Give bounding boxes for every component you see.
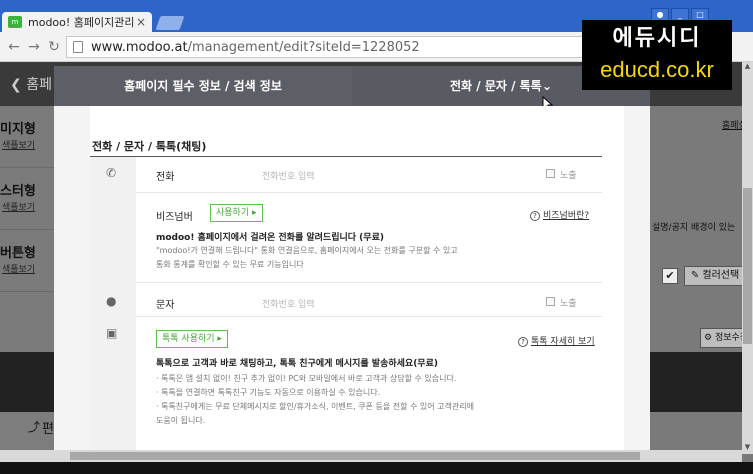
color-select-button[interactable]: ✎ 컬러선택: [684, 266, 746, 286]
template-item[interactable]: 스터형 색플보기: [0, 168, 54, 230]
sms-icon: ●: [106, 294, 117, 308]
sms-expose-label: 노출: [560, 299, 577, 309]
new-tab-button[interactable]: [155, 16, 185, 30]
talktalk-bullet: 도움이 됩니다.: [156, 416, 206, 425]
scroll-down-arrow-icon[interactable]: ▼: [742, 443, 753, 454]
divider: [136, 316, 602, 317]
section-title: 전화 / 문자 / 톡톡(채팅): [92, 140, 207, 153]
bizcall-help[interactable]: ? 비즈넘버란?: [530, 208, 589, 221]
contact-settings-modal: 홈페이지 필수 정보 / 검색 정보 전화 / 문자 / 톡톡 ⌄ 전화 / 문…: [54, 66, 650, 450]
talktalk-bullet: · 톡톡친구에게는 무료 단체메시지로 할인/휴가소식, 이벤트, 쿠폰 등을 …: [156, 402, 474, 411]
scroll-thumb[interactable]: [743, 188, 752, 344]
page-back-button[interactable]: ❮ 홈페: [10, 74, 52, 94]
bizcall-desc-line: 통화 통계를 확인할 수 있는 무료 기능입니다: [156, 260, 304, 269]
section-rule: [90, 156, 602, 157]
forward-arrow-icon[interactable]: →: [24, 39, 44, 55]
watermark: 에듀시디 educd.co.kr: [582, 20, 732, 90]
url-path: /management/edit?siteId=1228052: [187, 39, 420, 55]
talktalk-icon: ▣: [106, 326, 118, 340]
phone-expose-label: 노출: [560, 171, 577, 181]
scroll-up-arrow-icon[interactable]: ▲: [742, 62, 753, 73]
sms-input[interactable]: 전화번호 입력: [262, 297, 315, 310]
back-arrow-icon[interactable]: ←: [4, 39, 24, 55]
phone-icon: ✆: [106, 166, 117, 180]
question-icon: ?: [518, 337, 528, 347]
modal-body: 전화 / 문자 / 톡톡(채팅) ✆ 전화 전화번호 입력 노출 비즈넘버 사용…: [54, 106, 650, 450]
phone-input[interactable]: 전화번호 입력: [262, 169, 315, 182]
template-item[interactable]: 버튼형 색플보기: [0, 230, 54, 292]
template-list: 미지형 색플보기 스터형 색플보기 버튼형 색플보기: [0, 106, 54, 352]
talktalk-help[interactable]: ? 톡톡 자세히 보기: [518, 334, 595, 347]
reload-icon[interactable]: ↻: [44, 39, 64, 55]
modal-sheet: 전화 / 문자 / 톡톡(채팅) ✆ 전화 전화번호 입력 노출 비즈넘버 사용…: [90, 106, 624, 450]
phone-label: 전화: [156, 172, 175, 183]
horizontal-scrollbar[interactable]: [0, 450, 742, 462]
template-item[interactable]: 미지형 색플보기: [0, 106, 54, 168]
talktalk-help-link[interactable]: 톡톡 자세히 보기: [531, 337, 595, 347]
modoo-favicon-icon: m: [8, 16, 22, 28]
address-bar[interactable]: www.modoo.at /management/edit?siteId=122…: [66, 36, 586, 58]
tab-required-info[interactable]: 홈페이지 필수 정보 / 검색 정보: [54, 66, 352, 106]
right-dark-panel: [650, 352, 753, 412]
color-select-label: 컬러선택: [702, 270, 740, 281]
bizcall-label: 비즈넘버: [156, 212, 193, 223]
edit-label: 편: [42, 422, 54, 437]
screen: m modoo! 홈페이지관리 × ● _ □ ← → ↻ www.modoo.…: [0, 0, 753, 474]
bizcall-desc-title: modoo! 홈페이지에서 걸려온 전화를 알려드립니다 (무료): [156, 233, 384, 243]
page-back-label: 홈페: [26, 77, 52, 93]
template-title: 미지형: [0, 122, 36, 137]
watermark-url: educd.co.kr: [600, 57, 714, 82]
bizcall-desc-line: "modoo!가 연결해 드립니다" 통화 연결음으로, 홈페이지에서 오는 전…: [156, 246, 458, 255]
right-settings-panel: 홈페설 설명/공지 배경이 있는 ✔ ✎ 컬러선택 ⚙ 정보수정: [650, 106, 753, 474]
right-description: 설명/공지 배경이 있는: [652, 223, 736, 233]
bottom-strip: [0, 462, 753, 474]
template-sample-link[interactable]: 색플보기: [2, 200, 35, 213]
bizcall-help-link[interactable]: 비즈넘버란?: [543, 211, 589, 221]
question-icon: ?: [530, 211, 540, 221]
sms-expose-checkbox[interactable]: [546, 297, 555, 306]
talktalk-desc-title: 톡톡으로 고객과 바로 채팅하고, 톡톡 친구에게 메시지를 발송하세요(무료): [156, 359, 438, 369]
talktalk-use-button[interactable]: 톡톡 사용하기 ▸: [156, 330, 228, 348]
template-sample-link[interactable]: 색플보기: [2, 138, 35, 151]
page-icon: [73, 41, 83, 53]
template-sample-link[interactable]: 색플보기: [2, 262, 35, 275]
modal-tabs: 홈페이지 필수 정보 / 검색 정보 전화 / 문자 / 톡톡 ⌄: [54, 66, 650, 112]
divider: [136, 282, 602, 283]
tab-phone-label: 전화 / 문자 / 톡톡: [450, 79, 542, 93]
horizontal-scroll-thumb[interactable]: [70, 452, 640, 460]
url-host: www.modoo.at: [91, 39, 188, 55]
background-checkbox[interactable]: ✔: [662, 268, 678, 284]
talktalk-bullet: · 톡톡은 앱 설치 없이! 친구 추가 없이! PC와 모바일에서 바로 고객…: [156, 374, 457, 383]
sms-label: 문자: [156, 300, 175, 311]
talktalk-bullet: · 톡톡을 연결하면 톡톡친구 기능도 자동으로 이용하실 수 있습니다.: [156, 388, 381, 397]
template-title: 스터형: [0, 184, 36, 199]
bizcall-use-button[interactable]: 사용하기 ▸: [210, 204, 263, 222]
watermark-title: 에듀시디: [612, 26, 702, 51]
divider: [136, 192, 602, 193]
vertical-scrollbar[interactable]: ▲ ▼: [742, 62, 753, 454]
phone-expose-checkbox[interactable]: [546, 169, 555, 178]
browser-tab-title: modoo! 홈페이지관리: [28, 16, 135, 29]
template-title: 버튼형: [0, 246, 36, 261]
tab-close-icon[interactable]: ×: [136, 15, 146, 29]
edit-icon: ⤴: [28, 420, 41, 434]
left-dark-panel: [0, 352, 54, 412]
browser-tab[interactable]: m modoo! 홈페이지관리 ×: [2, 12, 152, 32]
